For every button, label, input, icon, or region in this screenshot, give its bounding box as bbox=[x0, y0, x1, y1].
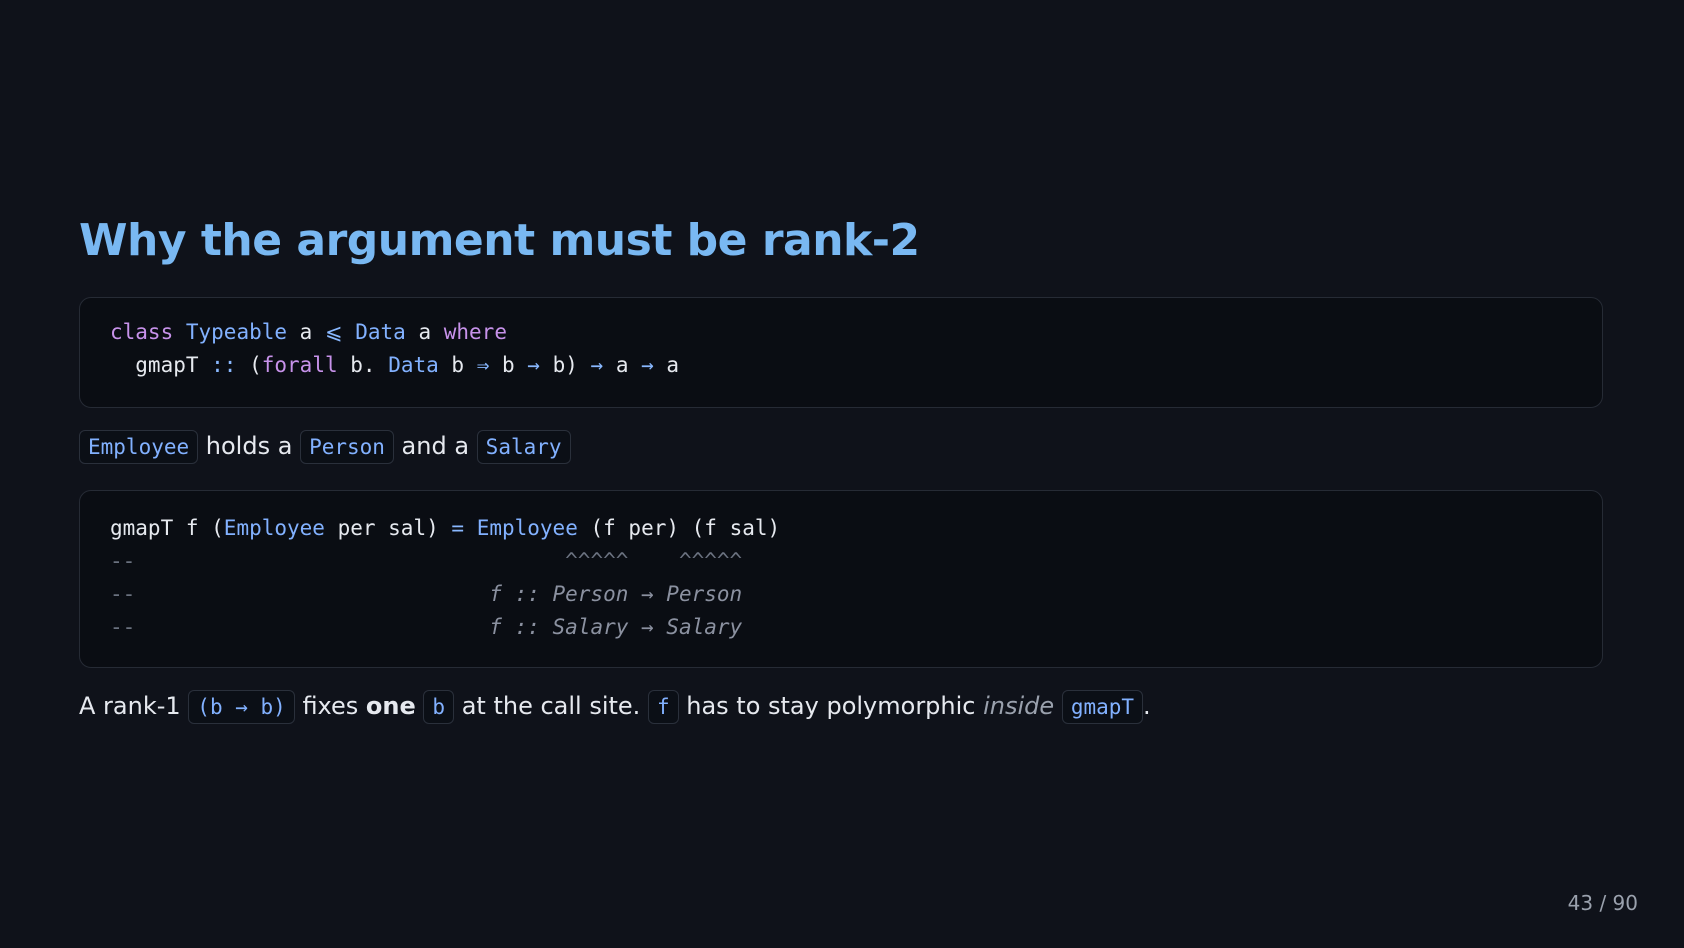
type-name: Data bbox=[355, 320, 406, 344]
type-name: Employee bbox=[223, 516, 325, 540]
code-text: b bbox=[438, 353, 477, 377]
code-line: gmapT f (Employee per sal) = Employee (f… bbox=[110, 512, 780, 545]
code-block-gmapt: gmapT f (Employee per sal) = Employee (f… bbox=[79, 490, 1603, 668]
code-line: -- f :: Salary → Salary bbox=[110, 611, 742, 644]
code-text: per sal) bbox=[324, 516, 452, 540]
slide: Why the argument must be rank-2 class Ty… bbox=[79, 0, 1605, 948]
code-text: gmapT f ( bbox=[110, 516, 224, 540]
comment-text: ^^^^^ ^^^^^ bbox=[135, 549, 743, 573]
operator: → bbox=[641, 353, 654, 377]
code-text: b) bbox=[539, 353, 591, 377]
page-number: 43 / 90 bbox=[1567, 891, 1638, 915]
type-name: Employee bbox=[476, 516, 578, 540]
code-block-typeclass: class Typeable a ⩽ Data a where gmapT ::… bbox=[79, 297, 1603, 408]
operator: ⇒ bbox=[476, 353, 490, 377]
comment-marker: -- bbox=[110, 615, 136, 639]
operator: → bbox=[590, 353, 604, 377]
code-text: ( bbox=[236, 353, 262, 377]
paragraph-text: and a bbox=[393, 432, 477, 460]
emphasis-bold: one bbox=[365, 692, 416, 720]
paragraph-text: holds a bbox=[198, 432, 301, 460]
paragraph-rank1: A rank-1 (b → b) fixes one b at the call… bbox=[79, 690, 1151, 724]
keyword: where bbox=[443, 320, 507, 344]
inline-code: (b → b) bbox=[188, 690, 295, 724]
code-text: a bbox=[287, 320, 325, 344]
operator: → bbox=[527, 353, 540, 377]
code-text: gmapT bbox=[110, 353, 212, 377]
code-text: a bbox=[603, 353, 642, 377]
code-text: a bbox=[405, 320, 444, 344]
comment-marker: -- bbox=[110, 582, 136, 606]
operator: = bbox=[451, 516, 465, 540]
code-line: -- ^^^^^ ^^^^^ bbox=[110, 545, 742, 578]
inline-code: Employee bbox=[79, 430, 199, 464]
comment-text: f :: Salary → Salary bbox=[135, 615, 743, 639]
paragraph-text: has to stay polymorphic bbox=[678, 692, 984, 720]
inline-code: f bbox=[647, 690, 679, 724]
code-line: class Typeable a ⩽ Data a where bbox=[110, 316, 507, 349]
paragraph-employee: Employee holds a Person and a Salary bbox=[79, 430, 571, 464]
operator: :: bbox=[211, 353, 237, 377]
code-text: b. bbox=[337, 353, 389, 377]
inline-code: Salary bbox=[476, 430, 571, 464]
paragraph-text: . bbox=[1143, 692, 1151, 720]
code-text: a bbox=[653, 353, 680, 377]
inline-code: b bbox=[423, 690, 455, 724]
operator: ⩽ bbox=[324, 320, 343, 344]
keyword: class bbox=[110, 320, 174, 344]
type-name: Data bbox=[388, 353, 439, 377]
type-name: Typeable bbox=[185, 320, 288, 344]
emphasis-italic: inside bbox=[983, 692, 1055, 720]
code-text: b bbox=[489, 353, 528, 377]
inline-code: gmapT bbox=[1061, 690, 1144, 724]
keyword: forall bbox=[261, 353, 338, 377]
paragraph-text: fixes bbox=[294, 692, 366, 720]
paragraph-text: A rank-1 bbox=[79, 692, 189, 720]
inline-code: Person bbox=[300, 430, 394, 464]
paragraph-text: at the call site. bbox=[454, 692, 648, 720]
code-line: gmapT :: (forall b. Data b ⇒ b → b) → a … bbox=[110, 349, 679, 382]
code-line: -- f :: Person → Person bbox=[110, 578, 742, 611]
slide-title: Why the argument must be rank-2 bbox=[79, 215, 920, 266]
comment-text: f :: Person → Person bbox=[135, 582, 743, 606]
code-text: (f per) (f sal) bbox=[577, 516, 781, 540]
comment-marker: -- bbox=[110, 549, 136, 573]
